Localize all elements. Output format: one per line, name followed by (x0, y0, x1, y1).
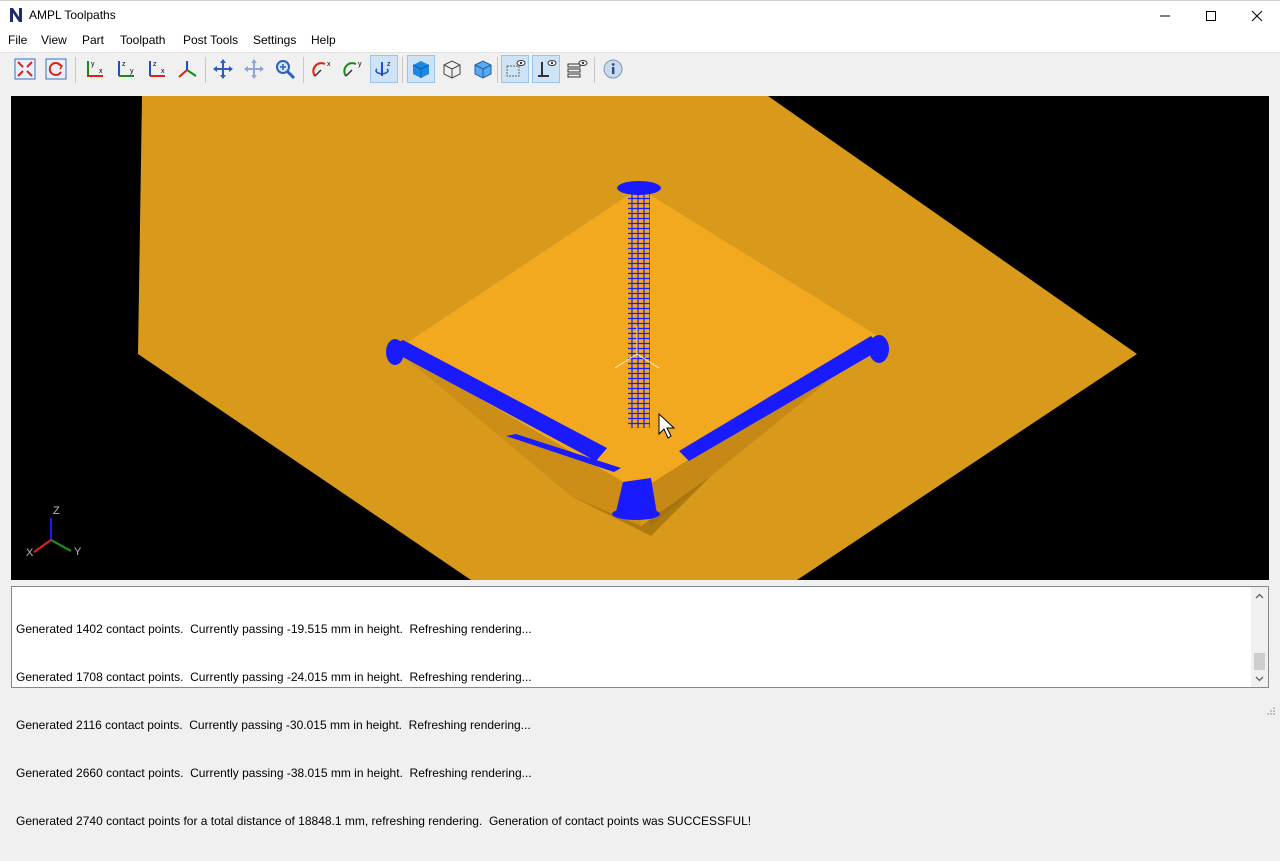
show-normals-button[interactable] (532, 55, 560, 83)
transparent-solid-button[interactable] (469, 55, 497, 83)
svg-text:x: x (161, 68, 165, 75)
menu-help[interactable]: Help (311, 33, 336, 47)
menu-post-tools[interactable]: Post Tools (183, 33, 238, 47)
resize-grip-icon[interactable] (1266, 706, 1276, 716)
view-iso-icon (178, 61, 197, 78)
log-scrollbar[interactable] (1251, 587, 1268, 687)
log-line: Generated 1708 contact points. Currently… (16, 670, 532, 684)
rotate-y-icon: y (343, 61, 362, 77)
svg-text:y: y (358, 61, 362, 68)
fit-all-button[interactable] (11, 55, 39, 83)
rotate-x-icon: x (312, 61, 331, 77)
title-bar: AMPL Toolpaths (0, 0, 1280, 30)
view-zx-icon: zx (149, 61, 165, 77)
maximize-icon (1206, 11, 1216, 21)
pan-icon (213, 59, 233, 79)
menu-toolpath[interactable]: Toolpath (120, 33, 165, 47)
wireframe-icon (443, 60, 461, 79)
view-zx-button[interactable]: zx (142, 55, 170, 83)
view-xy-button[interactable]: yx (80, 55, 108, 83)
toolbar: yx zy zx x y z (0, 52, 1280, 89)
chevron-up-icon (1255, 593, 1264, 598)
toolpath-column-cap (617, 181, 661, 195)
close-icon (1251, 10, 1263, 22)
zoom-button[interactable] (271, 55, 299, 83)
pan-button[interactable] (209, 55, 237, 83)
scene-canvas: Z X Y (26, 96, 1137, 580)
view-yz-button[interactable]: zy (111, 55, 139, 83)
svg-text:z: z (153, 61, 157, 68)
scroll-up-button[interactable] (1251, 587, 1268, 604)
maximize-button[interactable] (1188, 1, 1234, 31)
info-button[interactable] (599, 55, 627, 83)
shaded-solid-icon (412, 61, 430, 78)
svg-text:x: x (99, 68, 103, 75)
rotate-z-button[interactable]: z (370, 55, 398, 83)
view-iso-button[interactable] (173, 55, 201, 83)
close-button[interactable] (1234, 1, 1280, 31)
reset-view-button[interactable] (42, 55, 70, 83)
toolpath-right-arm-cap (869, 335, 889, 363)
svg-text:z: z (387, 61, 391, 68)
app-logo-icon (10, 8, 22, 22)
toolbar-separator (402, 57, 403, 83)
status-bar (0, 696, 1280, 720)
chevron-down-icon (1255, 676, 1264, 681)
rotate-x-button[interactable]: x (308, 55, 336, 83)
zoom-icon (276, 60, 296, 80)
scroll-thumb[interactable] (1254, 653, 1265, 670)
menu-bar: File View Part Toolpath Post Tools Setti… (0, 30, 1280, 52)
rotate-y-button[interactable]: y (339, 55, 367, 83)
toolbar-separator (75, 57, 76, 83)
menu-file[interactable]: File (8, 33, 27, 47)
reset-view-icon (45, 58, 67, 80)
view-yz-icon: zy (118, 61, 134, 77)
toolbar-separator (497, 57, 498, 83)
log-output-panel[interactable]: Generated 1402 contact points. Currently… (11, 586, 1269, 828)
menu-part[interactable]: Part (82, 33, 104, 47)
show-layers-icon (567, 60, 588, 78)
log-line: Generated 2660 contact points. Currently… (16, 766, 532, 780)
log-line: Generated 2740 contact points for a tota… (16, 814, 752, 828)
rotate-pan-button[interactable] (240, 55, 268, 83)
toolpath-vertical-column (628, 188, 650, 428)
log-line: Generated 1402 contact points. Currently… (16, 622, 532, 636)
menu-view[interactable]: View (41, 33, 67, 47)
shaded-solid-button[interactable] (407, 55, 435, 83)
toolbar-separator (303, 57, 304, 83)
axis-label-y: Y (74, 546, 82, 558)
view-xy-icon: yx (87, 61, 103, 77)
info-icon (603, 59, 623, 79)
toolbar-separator (205, 57, 206, 83)
toolpath-left-arm-cap (386, 339, 404, 365)
scroll-down-button[interactable] (1251, 670, 1268, 687)
log-lines: Generated 1402 contact points. Currently… (16, 589, 751, 861)
toolpath-bottom-cap (612, 508, 660, 520)
svg-text:y: y (91, 61, 95, 68)
minimize-button[interactable] (1142, 1, 1188, 31)
fit-all-icon (14, 58, 36, 80)
toolbar-separator (594, 57, 595, 83)
rotate-pan-icon (244, 59, 264, 79)
svg-text:x: x (327, 61, 331, 68)
rotate-z-icon: z (375, 61, 391, 76)
axis-label-z: Z (53, 505, 60, 517)
show-normals-icon (538, 60, 557, 77)
show-points-icon (506, 60, 526, 77)
axis-triad: Z X Y (26, 505, 82, 559)
show-points-button[interactable] (501, 55, 529, 83)
show-layers-button[interactable] (563, 55, 591, 83)
svg-text:y: y (130, 68, 134, 75)
minimize-icon (1160, 15, 1170, 17)
menu-settings[interactable]: Settings (253, 33, 296, 47)
window-title: AMPL Toolpaths (29, 8, 116, 22)
3d-viewport[interactable]: Z X Y (11, 96, 1269, 580)
svg-text:z: z (122, 61, 126, 68)
axis-label-x: X (26, 547, 34, 559)
transparent-solid-icon (474, 60, 492, 79)
wireframe-button[interactable] (438, 55, 466, 83)
